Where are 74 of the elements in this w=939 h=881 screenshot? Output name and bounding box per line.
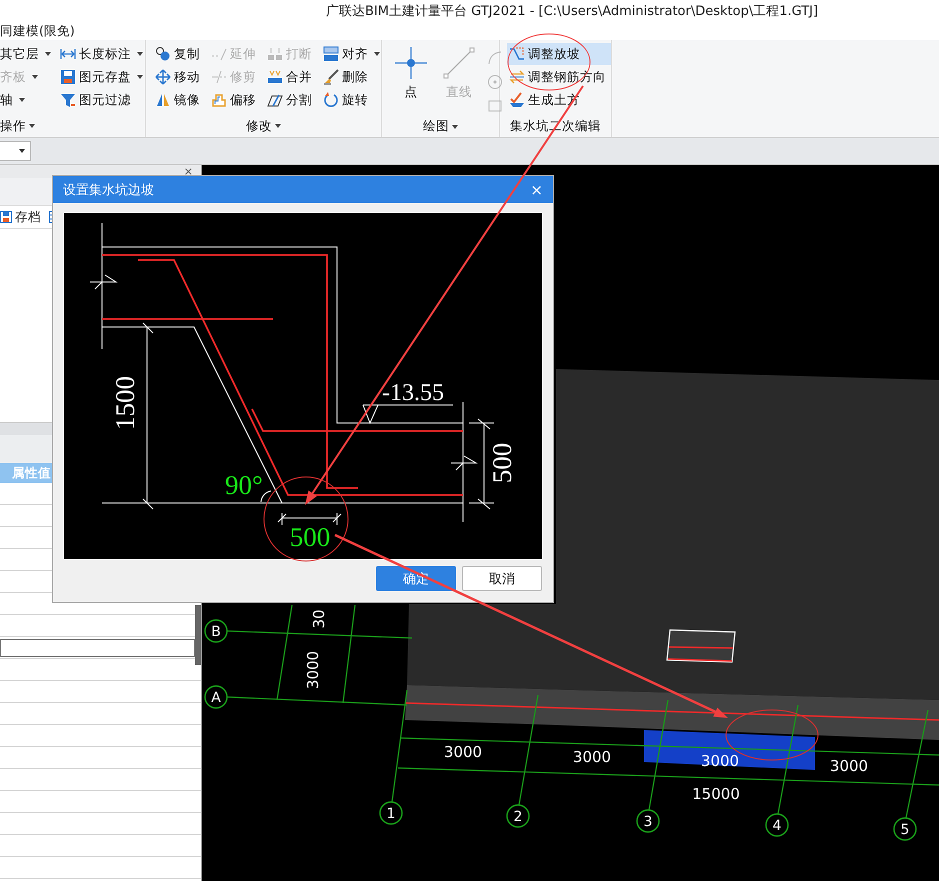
- ribbon-button[interactable]: 合并: [265, 66, 315, 88]
- dialog-title: 设置集水坑边坡: [63, 182, 154, 198]
- ribbon-button[interactable]: 长度标注: [60, 43, 146, 65]
- arc-icon: [487, 50, 503, 66]
- merge-icon: [267, 69, 283, 85]
- width-arrows-icon: [60, 47, 76, 61]
- dimension-label[interactable]: 90°: [225, 470, 263, 500]
- dimension-label[interactable]: 500: [290, 522, 330, 552]
- ribbon-button[interactable]: 图元过滤: [60, 89, 146, 111]
- dimension-label: 3000: [444, 743, 482, 761]
- circle-icon: [487, 74, 503, 90]
- dimension-label: 15000: [692, 785, 740, 803]
- dashed-line-icon: [211, 46, 227, 62]
- earthwork-icon: [509, 92, 525, 108]
- offset-icon: [211, 92, 227, 108]
- axis-marker: 4: [765, 813, 789, 837]
- break-icon: [267, 46, 283, 62]
- dimension-label: 3000: [830, 757, 868, 775]
- caret-icon: [19, 149, 25, 153]
- dashed-line-icon: [211, 69, 227, 85]
- ribbon-button[interactable]: 移动: [153, 66, 203, 88]
- archive-button[interactable]: 存档: [0, 208, 43, 226]
- dimension-label: 3000: [572, 748, 612, 766]
- align-icon: [323, 46, 339, 62]
- ribbon-button[interactable]: 偏移: [209, 89, 259, 111]
- ribbon-button[interactable]: 图元存盘: [60, 66, 146, 88]
- axis-marker: B: [204, 619, 228, 643]
- column-header: 属性值: [12, 464, 51, 482]
- scrollbar-thumb[interactable]: [195, 605, 201, 665]
- group-label[interactable]: 修改: [246, 118, 272, 134]
- ribbon-button[interactable]: 其它层: [0, 43, 54, 65]
- split-icon: [267, 92, 283, 108]
- axis-marker: 2: [506, 804, 530, 828]
- copy-icon: [155, 46, 171, 62]
- close-button[interactable]: ×: [530, 180, 543, 198]
- ribbon-button[interactable]: 点: [390, 46, 432, 116]
- close-button[interactable]: ×: [184, 166, 193, 177]
- axis-marker: 3: [636, 809, 660, 833]
- axis-marker: 5: [893, 817, 917, 841]
- dimension-label: -13.55: [382, 380, 444, 406]
- axis-marker: A: [204, 685, 228, 709]
- window-title: 广联达BIM土建计量平台 GTJ2021 - [C:\Users\Administrator\Desktop\工程1.GTJ]: [326, 3, 818, 20]
- ribbon-button[interactable]: 轴: [0, 89, 54, 111]
- input-field[interactable]: [0, 638, 195, 656]
- group-label[interactable]: 绘图: [423, 118, 449, 135]
- opening-drawing: [666, 629, 736, 663]
- dimension-label: 500: [487, 442, 517, 484]
- ribbon-button[interactable]: 对齐: [321, 43, 383, 65]
- mirror-icon: [155, 92, 171, 108]
- rectangle-icon: [487, 98, 503, 114]
- ribbon-button[interactable]: 复制: [153, 43, 203, 65]
- dimension-label: 1500: [110, 376, 140, 430]
- menu-tab[interactable]: 同建模(限免): [0, 22, 75, 40]
- point-icon: [394, 46, 428, 80]
- rotate-icon: [323, 92, 339, 108]
- cancel-button[interactable]: 取消: [462, 566, 542, 591]
- dimension-label: 30: [310, 609, 328, 629]
- ribbon-button[interactable]: 分割: [265, 89, 315, 111]
- ribbon-button[interactable]: 镜像: [153, 89, 203, 111]
- move-arrows-icon: [155, 69, 171, 85]
- line-icon: [442, 46, 476, 80]
- dropdown-field[interactable]: [0, 141, 31, 161]
- save-icon: [60, 69, 76, 85]
- filter-icon: [60, 92, 76, 108]
- ribbon-button[interactable]: 删除: [321, 66, 383, 88]
- ribbon-button[interactable]: 旋转: [321, 89, 383, 111]
- brush-icon: [323, 69, 339, 85]
- slope-icon: [509, 46, 525, 62]
- group-label[interactable]: 操作: [0, 118, 26, 134]
- ribbon-button[interactable]: 调整放坡: [507, 43, 611, 65]
- dimension-label: 3000: [304, 650, 322, 690]
- axis-marker: 1: [379, 801, 403, 825]
- rebar-arrows-icon: [509, 69, 525, 85]
- dimension-label: 3000: [700, 752, 740, 770]
